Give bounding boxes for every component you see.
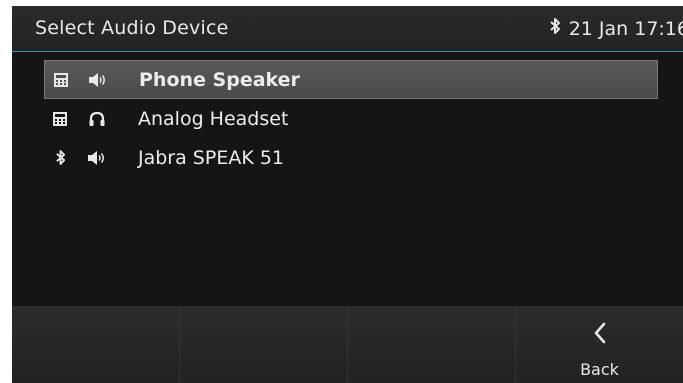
phone-screen: Select Audio Device 21 Jan 17:16 Phone S… xyxy=(12,6,683,383)
device-label: Phone Speaker xyxy=(139,68,300,91)
bluetooth-icon xyxy=(52,150,68,166)
chevron-left-icon xyxy=(593,322,607,348)
audio-device-list: Phone Speaker Analog Headset Jabra SPEAK… xyxy=(44,60,658,177)
back-button[interactable]: Back xyxy=(516,306,683,383)
speaker-icon xyxy=(88,150,106,166)
device-row-jabra-speak[interactable]: Jabra SPEAK 51 xyxy=(44,138,658,177)
device-label: Jabra SPEAK 51 xyxy=(138,146,284,169)
device-row-analog-headset[interactable]: Analog Headset xyxy=(44,99,658,138)
header-bar: Select Audio Device 21 Jan 17:16 xyxy=(12,6,683,52)
softkey-1[interactable] xyxy=(12,306,180,383)
speaker-icon xyxy=(89,72,107,88)
headset-icon xyxy=(88,111,106,127)
softkey-bar: Back xyxy=(12,306,683,383)
page-title: Select Audio Device xyxy=(35,17,229,39)
desk-phone-icon xyxy=(52,111,68,127)
status-area: 21 Jan 17:16 xyxy=(549,17,683,40)
date-time: 21 Jan 17:16 xyxy=(568,17,683,40)
device-label: Analog Headset xyxy=(138,107,289,130)
back-button-label: Back xyxy=(580,360,619,379)
device-row-phone-speaker[interactable]: Phone Speaker xyxy=(44,60,658,99)
desk-phone-icon xyxy=(53,72,69,88)
softkey-2[interactable] xyxy=(180,306,348,383)
softkey-3[interactable] xyxy=(348,306,516,383)
bluetooth-icon xyxy=(549,17,561,40)
